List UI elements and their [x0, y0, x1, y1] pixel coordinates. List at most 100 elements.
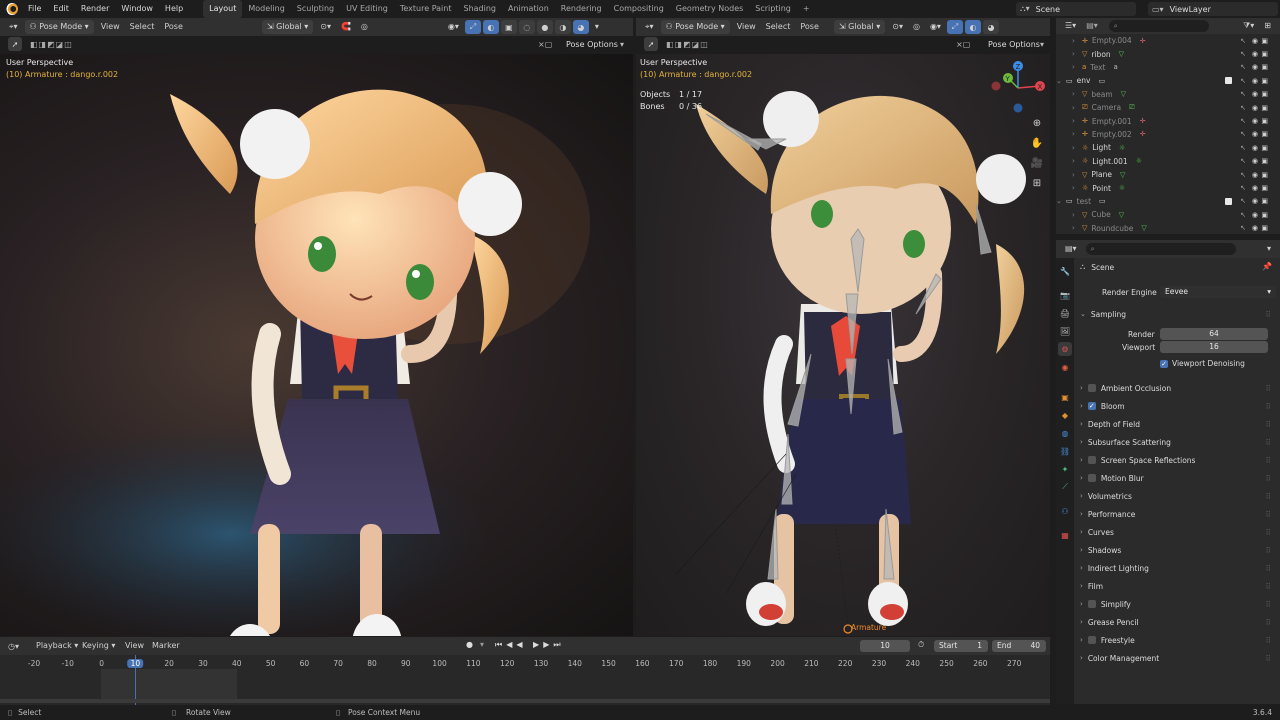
navigation-gizmo[interactable]: X Z Y: [990, 58, 1048, 116]
tab-physics-icon[interactable]: ◍: [1058, 426, 1072, 440]
empty-data-icon[interactable]: ✛: [1140, 117, 1146, 125]
transform-orientation[interactable]: ⇲ Global ▾: [261, 20, 314, 34]
camera-view-icon[interactable]: 🎥: [1028, 154, 1046, 172]
outliner-item-name[interactable]: Light.001: [1092, 157, 1127, 166]
tab-render-icon[interactable]: 📷: [1058, 288, 1072, 302]
panel-screen-space-reflections[interactable]: › Screen Space Reflections ⠿: [1080, 452, 1276, 468]
right-3d-viewport[interactable]: User Perspective (10) Armature : dango.r…: [636, 54, 1050, 636]
visibility-eye-icon[interactable]: ◉: [1252, 130, 1258, 138]
shading-options-icon[interactable]: ◕: [982, 20, 999, 34]
selectable-toggle-icon[interactable]: ↖: [1240, 77, 1246, 85]
empty-data-icon[interactable]: ✛: [1140, 37, 1146, 45]
drag-handle-icon[interactable]: ⠿: [1266, 310, 1273, 319]
tab-constraints-icon[interactable]: ⛓: [1058, 444, 1072, 458]
render-toggle-icon[interactable]: ▣: [1261, 117, 1268, 125]
selectable-toggle-icon[interactable]: ↖: [1240, 224, 1246, 232]
drag-handle-icon[interactable]: ⠿: [1266, 420, 1273, 429]
panel-subsurface-scattering[interactable]: › Subsurface Scattering ⠿: [1080, 434, 1276, 450]
outliner-row[interactable]: › ▽ Roundcube ▽ ↖ ◉ ▣: [1056, 222, 1280, 235]
timeline-editor-icon[interactable]: ◷▾: [8, 642, 19, 651]
tab-tool-icon[interactable]: 🔧: [1058, 264, 1072, 278]
outliner-item-name[interactable]: Roundcube: [1091, 224, 1133, 233]
panel-bloom[interactable]: › ✓ Bloom ⠿: [1080, 398, 1276, 414]
overlay-toggle-icon[interactable]: ◐: [964, 20, 981, 34]
panel-volumetrics[interactable]: › Volumetrics ⠿: [1080, 488, 1276, 504]
selectable-toggle-icon[interactable]: ↖: [1240, 184, 1246, 192]
outliner-row[interactable]: › ✛ Empty.004 ✛ ↖ ◉ ▣: [1056, 34, 1280, 47]
tab-view-layer-icon[interactable]: 🖼: [1058, 324, 1072, 338]
playback-controls-icon[interactable]: ⏮◀◀ ▶▶⏭: [495, 640, 565, 650]
panel-enable-checkbox[interactable]: [1087, 474, 1096, 482]
tab-geometry-nodes[interactable]: Geometry Nodes: [670, 0, 749, 18]
render-toggle-icon[interactable]: ▣: [1261, 211, 1268, 219]
pose-options-button[interactable]: Pose Options: [566, 40, 618, 49]
render-toggle-icon[interactable]: ▣: [1261, 130, 1268, 138]
menu-render[interactable]: Render: [75, 0, 115, 18]
outliner-item-name[interactable]: env: [1077, 76, 1091, 85]
shading-solid-icon[interactable]: ●: [536, 20, 553, 34]
expand-toggle-icon[interactable]: ›: [1072, 104, 1082, 112]
drag-handle-icon[interactable]: ⠿: [1266, 402, 1273, 411]
drag-handle-icon[interactable]: ⠿: [1266, 510, 1273, 519]
selectable-toggle-icon[interactable]: ↖: [1240, 104, 1246, 112]
panel-enable-checkbox[interactable]: [1087, 456, 1096, 464]
collection-data-icon[interactable]: ▭: [1098, 77, 1105, 85]
menu-edit[interactable]: Edit: [47, 0, 75, 18]
tab-output-icon[interactable]: 🖨: [1058, 306, 1072, 320]
mesh-data-icon[interactable]: ▽: [1141, 224, 1146, 232]
render-toggle-icon[interactable]: ▣: [1261, 144, 1268, 152]
properties-search-input[interactable]: ⌕: [1085, 243, 1236, 255]
menu-file[interactable]: File: [22, 0, 47, 18]
transform-orientation[interactable]: ⇲ Global ▾: [833, 20, 886, 34]
menu-view[interactable]: View: [732, 18, 761, 36]
render-samples-field[interactable]: 64: [1160, 328, 1268, 340]
outliner-item-name[interactable]: test: [1077, 197, 1091, 206]
visibility-icon[interactable]: ◉▾: [925, 18, 946, 36]
menu-pose[interactable]: Pose: [159, 18, 188, 36]
panel-simplify[interactable]: › Simplify ⠿: [1080, 596, 1276, 612]
outliner-item-name[interactable]: ribon: [1091, 50, 1110, 59]
outliner-row[interactable]: ⌄ ▭ test ▭ ↖ ◉ ▣: [1056, 195, 1280, 208]
xmirror-icon[interactable]: ⨯▢: [538, 40, 552, 49]
visibility-eye-icon[interactable]: ◉: [1252, 224, 1258, 232]
tab-modeling[interactable]: Modeling: [242, 0, 290, 18]
outliner-search-input[interactable]: ⌕: [1108, 20, 1209, 32]
tab-texture-icon[interactable]: ▦: [1058, 528, 1072, 542]
drag-handle-icon[interactable]: ⠿: [1266, 618, 1273, 627]
render-toggle-icon[interactable]: ▣: [1261, 197, 1268, 205]
proportional-icon[interactable]: ◎: [356, 18, 373, 36]
outliner-row[interactable]: › ✛ Empty.002 ✛ ↖ ◉ ▣: [1056, 128, 1280, 141]
xmirror-icon[interactable]: ⨯▢: [956, 40, 970, 49]
expand-toggle-icon[interactable]: ›: [1072, 157, 1082, 165]
pivot-icon[interactable]: ⊙▾: [887, 18, 908, 36]
pivot-icon[interactable]: ⊙▾: [315, 18, 336, 36]
drag-handle-icon[interactable]: ⠿: [1266, 564, 1273, 573]
tab-sculpting[interactable]: Sculpting: [291, 0, 340, 18]
expand-toggle-icon[interactable]: ›: [1072, 171, 1082, 179]
menu-view[interactable]: View: [96, 18, 125, 36]
menu-select[interactable]: Select: [125, 18, 160, 36]
drag-handle-icon[interactable]: ⠿: [1266, 474, 1273, 483]
visibility-eye-icon[interactable]: ◉: [1252, 171, 1258, 179]
outliner-row[interactable]: › ☼ Light.001 ☼ ↖ ◉ ▣: [1056, 155, 1280, 168]
text-data-icon[interactable]: a: [1113, 63, 1117, 71]
empty-data-icon[interactable]: ✛: [1140, 130, 1146, 138]
tab-compositing[interactable]: Compositing: [608, 0, 670, 18]
selectable-toggle-icon[interactable]: ↖: [1240, 130, 1246, 138]
scene-selector[interactable]: ⛬▾ Scene: [1016, 2, 1136, 16]
visibility-eye-icon[interactable]: ◉: [1252, 50, 1258, 58]
visibility-eye-icon[interactable]: ◉: [1252, 211, 1258, 219]
mesh-data-icon[interactable]: ▽: [1119, 50, 1124, 58]
selectable-toggle-icon[interactable]: ↖: [1240, 50, 1246, 58]
menu-select[interactable]: Select: [761, 18, 796, 36]
expand-toggle-icon[interactable]: ›: [1072, 211, 1082, 219]
mesh-data-icon[interactable]: ▽: [1121, 90, 1126, 98]
visibility-icon[interactable]: ◉▾: [443, 18, 464, 36]
tab-world-icon[interactable]: ◉: [1058, 360, 1072, 374]
drag-handle-icon[interactable]: ⠿: [1266, 654, 1273, 663]
drag-handle-icon[interactable]: ⠿: [1266, 528, 1273, 537]
viewport-samples-field[interactable]: 16: [1160, 341, 1268, 353]
panel-enable-checkbox[interactable]: [1087, 600, 1096, 608]
render-toggle-icon[interactable]: ▣: [1261, 157, 1268, 165]
render-toggle-icon[interactable]: ▣: [1261, 37, 1268, 45]
